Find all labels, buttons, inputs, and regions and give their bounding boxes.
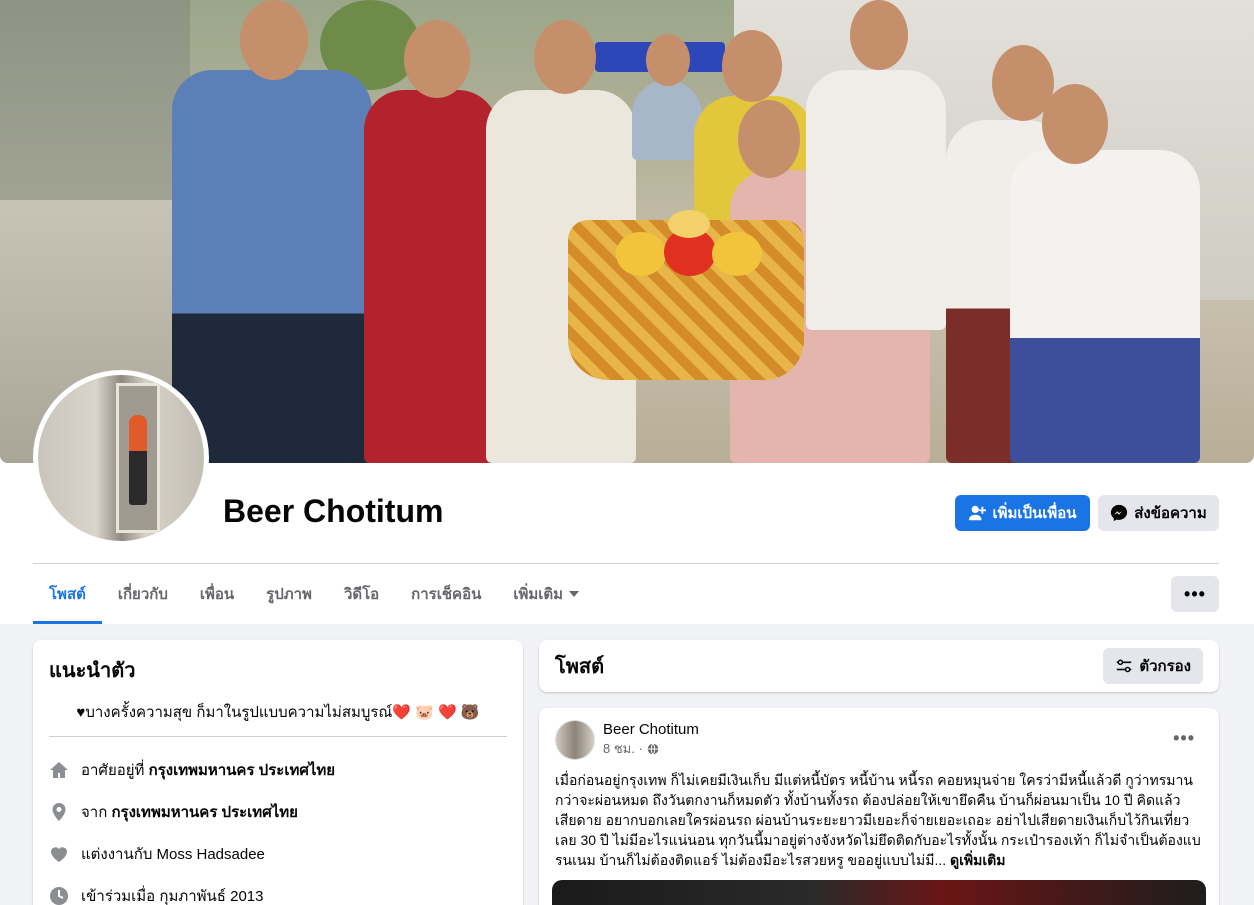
tab-label: เพื่อน xyxy=(199,586,235,603)
cover-person-head xyxy=(404,20,470,98)
post-photo[interactable] xyxy=(552,880,1206,905)
filter-label: ตัวกรอง xyxy=(1139,658,1191,675)
posts-title: โพสต์ xyxy=(555,656,605,678)
messenger-icon xyxy=(1111,504,1128,522)
post-author-name[interactable]: Beer Chotitum xyxy=(603,721,699,738)
info-lives-text: อาศัยอยู่ที่ กรุงเทพมหานคร ประเทศไทย xyxy=(81,758,335,782)
post-header: Beer Chotitum 8 ชม. · xyxy=(555,720,1203,760)
info-from-prefix: จาก xyxy=(81,804,112,821)
add-friend-icon xyxy=(969,505,987,521)
intro-title: แนะนำตัว xyxy=(49,660,136,682)
cover-person xyxy=(806,70,946,330)
tab-about[interactable]: เกี่ยวกับ xyxy=(102,564,184,624)
cover-person-head xyxy=(738,100,800,178)
add-friend-button[interactable]: เพิ่มเป็นเพื่อน xyxy=(955,495,1090,531)
post-author-avatar[interactable] xyxy=(555,720,595,760)
intro-card: แนะนำตัว ♥บางครั้งความสุข ก็มาในรูปแบบคว… xyxy=(33,640,523,905)
tab-label: การเช็คอิน xyxy=(411,586,482,603)
tab-label: รูปภาพ xyxy=(266,586,312,603)
profile-tabs: โพสต์ เกี่ยวกับ เพื่อน รูปภาพ วิดีโอ การ… xyxy=(33,564,595,624)
cover-person xyxy=(1010,150,1200,463)
cover-person-head xyxy=(240,0,308,80)
clock-icon xyxy=(50,887,68,905)
post-author-block: Beer Chotitum 8 ชม. · xyxy=(603,721,699,759)
cover-flower xyxy=(616,232,666,276)
profile-name: Beer Chotitum xyxy=(223,493,444,529)
info-lives-in: อาศัยอยู่ที่ กรุงเทพมหานคร ประเทศไทย xyxy=(49,749,507,791)
tab-friends[interactable]: เพื่อน xyxy=(184,564,250,624)
post-body: เมื่อก่อนอยู่กรุงเทพ ก็ไม่เคยมีเงินเก็บ … xyxy=(555,772,1201,868)
cover-flower xyxy=(712,232,762,276)
profile-picture[interactable] xyxy=(33,370,209,546)
message-label: ส่งข้อความ xyxy=(1134,505,1207,522)
cover-person xyxy=(364,90,498,463)
posts-header-card: โพสต์ ตัวกรอง xyxy=(539,640,1219,692)
tab-label: วิดีโอ xyxy=(343,586,380,603)
cover-person-head xyxy=(850,0,908,70)
home-icon xyxy=(50,762,68,778)
info-relationship: แต่งงานกับ Moss Hadsadee xyxy=(49,833,507,875)
post-text: เมื่อก่อนอยู่กรุงเทพ ก็ไม่เคยมีเงินเก็บ … xyxy=(555,770,1203,870)
cover-person xyxy=(632,80,702,160)
cover-flower xyxy=(668,210,710,238)
info-from: จาก กรุงเทพมหานคร ประเทศไทย xyxy=(49,791,507,833)
filter-button[interactable]: ตัวกรอง xyxy=(1103,648,1203,684)
cover-photo[interactable] xyxy=(0,0,1254,463)
add-friend-label: เพิ่มเป็นเพื่อน xyxy=(992,505,1077,522)
profile-header: Beer Chotitum เพิ่มเป็นเพื่อน ส่งข้อความ… xyxy=(0,0,1254,624)
post-meta: 8 ชม. · xyxy=(603,738,699,759)
avatar-figure xyxy=(129,415,147,505)
heart-icon xyxy=(51,847,67,862)
profile-picture-image xyxy=(38,375,204,541)
globe-icon xyxy=(647,742,659,755)
tab-more[interactable]: เพิ่มเติม xyxy=(497,564,595,624)
post-menu-button[interactable]: ••• xyxy=(1173,728,1195,749)
cover-person-head xyxy=(1042,84,1108,164)
tab-posts[interactable]: โพสต์ xyxy=(33,564,102,624)
tab-label: เพิ่มเติม xyxy=(513,586,564,603)
profile-more-button[interactable]: ••• xyxy=(1171,576,1219,612)
info-from-text: จาก กรุงเทพมหานคร ประเทศไทย xyxy=(81,800,298,824)
info-from-link[interactable]: กรุงเทพมหานคร ประเทศไทย xyxy=(111,804,297,821)
tab-label: เกี่ยวกับ xyxy=(117,586,168,603)
cover-person xyxy=(172,70,372,463)
info-lives-link[interactable]: กรุงเทพมหานคร ประเทศไทย xyxy=(149,762,335,779)
chevron-down-icon xyxy=(569,591,580,597)
info-joined-text: เข้าร่วมเมื่อ กุมภาพันธ์ 2013 xyxy=(81,888,264,905)
filter-icon xyxy=(1117,659,1132,673)
location-pin-icon xyxy=(52,803,66,821)
tab-label: โพสต์ xyxy=(49,586,86,603)
intro-bio: ♥บางครั้งความสุข ก็มาในรูปแบบความไม่สมบู… xyxy=(49,700,507,737)
info-lives-prefix: อาศัยอยู่ที่ xyxy=(81,762,149,779)
see-more-link[interactable]: ดูเพิ่มเติม xyxy=(950,852,1005,868)
cover-person-head xyxy=(646,34,690,86)
tab-photos[interactable]: รูปภาพ xyxy=(250,564,328,624)
post-card: Beer Chotitum 8 ชม. · ••• เมื่อก่อนอยู่ก… xyxy=(539,708,1219,905)
post-timestamp[interactable]: 8 ชม. · xyxy=(603,738,643,759)
info-joined: เข้าร่วมเมื่อ กุมภาพันธ์ 2013 xyxy=(49,875,507,905)
tab-videos[interactable]: วิดีโอ xyxy=(328,564,395,624)
tab-checkins[interactable]: การเช็คอิน xyxy=(395,564,497,624)
cover-person-head xyxy=(722,30,782,102)
info-relationship-text: แต่งงานกับ Moss Hadsadee xyxy=(81,846,265,863)
message-button[interactable]: ส่งข้อความ xyxy=(1098,495,1219,531)
cover-person-head xyxy=(534,20,596,94)
